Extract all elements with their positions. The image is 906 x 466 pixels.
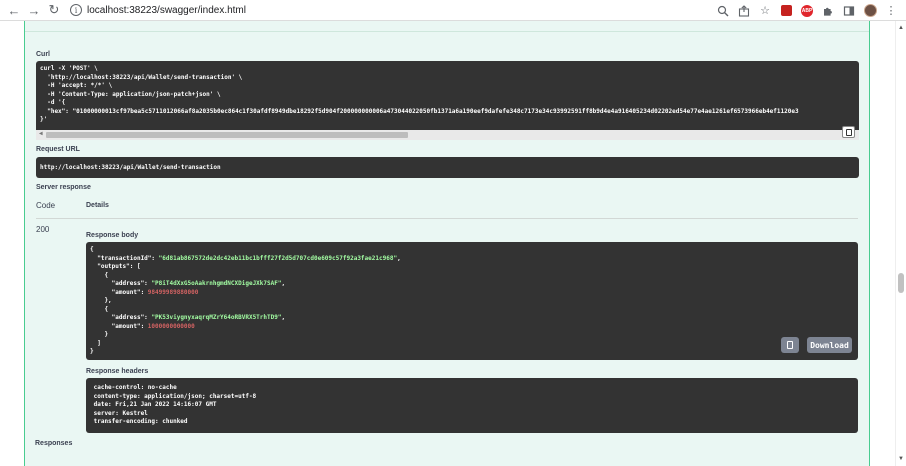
request-url-value: http://localhost:38223/api/Wallet/send-t… <box>40 164 221 171</box>
curl-horizontal-scrollbar[interactable]: ◀ <box>36 130 859 140</box>
curl-line: curl -X 'POST' \ <box>40 65 98 72</box>
adblock-icon[interactable]: ABP <box>800 4 814 18</box>
header-line: server: Kestrel <box>90 409 148 417</box>
star-icon[interactable]: ☆ <box>758 4 772 18</box>
header-line: transfer-encoding: chunked <box>90 418 188 425</box>
kebab-menu-icon[interactable]: ⋮ <box>884 4 898 18</box>
details-column-header: Details <box>86 202 109 209</box>
json-brace: } <box>90 331 109 338</box>
address-value: "P8iT4dXxG5oAakrnhgmdNCXDigeJXk7SAF" <box>151 280 282 287</box>
responses-title: Responses <box>35 440 73 447</box>
copy-icon <box>787 341 793 349</box>
copy-icon <box>845 128 852 136</box>
response-table-header: Code Details <box>36 201 858 219</box>
scrollbar-thumb[interactable] <box>46 132 408 138</box>
header-line: content-type: application/json; charset=… <box>90 392 257 400</box>
divider <box>25 31 869 32</box>
json-line: { <box>90 246 94 253</box>
json-brace: { <box>90 271 109 279</box>
copy-curl-button[interactable] <box>842 126 855 138</box>
json-key: "amount": <box>90 322 148 330</box>
response-headers-title: Response headers <box>86 368 149 375</box>
scrollbar-thumb[interactable] <box>898 273 904 293</box>
json-line: "address": "PK53viygnyxaqrqMZrY64oRBVRX5… <box>90 314 286 321</box>
curl-line: "hex": "01000000013cf97bea5c5711012066af… <box>40 107 799 115</box>
download-button[interactable]: Download <box>807 337 852 353</box>
header-line: cache-control: no-cache <box>90 384 177 391</box>
browser-toolbar: ← → ↻ i localhost:38223/swagger/index.ht… <box>0 0 906 21</box>
json-brace: { <box>90 305 109 313</box>
toolbar-right-icons: ☆ ABP ⋮ <box>716 0 898 21</box>
adblock-label: ABP <box>801 4 813 17</box>
json-punct: , <box>397 254 401 262</box>
scroll-down-icon[interactable]: ▼ <box>898 456 904 462</box>
response-status-code: 200 <box>36 225 50 234</box>
json-line: "transactionId": "6d81ab867572de2dc42eb1… <box>90 254 401 262</box>
response-headers-block: cache-control: no-cache content-type: ap… <box>86 378 858 433</box>
address-value: "PK53viygnyxaqrqMZrY64oRBVRX5TrhTD9" <box>151 314 282 321</box>
response-body-title: Response body <box>86 232 139 239</box>
curl-line: -H 'Content-Type: application/json-patch… <box>40 90 221 98</box>
json-line: }, <box>90 297 112 304</box>
curl-line: 'http://localhost:38223/api/Wallet/send-… <box>40 73 243 81</box>
json-line: } <box>90 331 108 338</box>
json-key: "address": <box>90 314 152 321</box>
page-vertical-scrollbar[interactable]: ▲ ▼ <box>895 21 906 466</box>
scroll-left-icon[interactable]: ◀ <box>39 130 43 137</box>
json-line: "amount": 98499989880000 <box>90 288 199 296</box>
json-key: "amount": <box>90 288 148 296</box>
response-body-block: { "transactionId": "6d81ab867572de2dc42e… <box>86 242 858 360</box>
zoom-icon[interactable] <box>716 4 730 18</box>
json-key: "outputs": [ <box>90 263 141 270</box>
code-column-header: Code <box>36 201 56 210</box>
json-line: "outputs": [ <box>90 263 141 270</box>
request-url-title: Request URL <box>36 146 80 153</box>
forward-icon[interactable]: → <box>24 0 44 20</box>
server-response-title: Server response <box>36 184 91 191</box>
json-brace: { <box>90 246 94 253</box>
extension-red-icon[interactable] <box>779 4 793 18</box>
json-line: ] <box>90 340 101 347</box>
copy-response-button[interactable] <box>781 337 799 353</box>
json-line: "amount": 1000000000000 <box>90 323 195 330</box>
address-bar[interactable]: i localhost:38223/swagger/index.html <box>70 1 246 20</box>
curl-title: Curl <box>36 51 50 58</box>
amount-value: 1000000000000 <box>147 322 195 330</box>
header-line: date: Fri,21 Jan 2022 14:16:07 GMT <box>90 401 217 408</box>
share-icon[interactable] <box>737 4 751 18</box>
json-brace: } <box>90 348 94 355</box>
json-key: "transactionId": <box>90 254 159 262</box>
curl-line: -H 'accept: */*' \ <box>40 82 113 89</box>
json-line: "address": "P8iT4dXxG5oAakrnhgmdNCXDigeJ… <box>90 280 286 287</box>
amount-value: 98499989880000 <box>147 288 199 296</box>
puzzle-icon[interactable] <box>821 4 835 18</box>
transaction-id-value: "6d81ab867572de2dc42eb11bc1bfff27f2d5d70… <box>158 254 398 262</box>
request-url-block: http://localhost:38223/api/Wallet/send-t… <box>36 157 859 178</box>
avatar[interactable] <box>863 4 877 18</box>
curl-line: }' <box>40 116 48 123</box>
address-url[interactable]: localhost:38223/swagger/index.html <box>87 5 246 16</box>
json-brace: }, <box>90 297 112 304</box>
scroll-up-icon[interactable]: ▲ <box>898 25 904 31</box>
back-icon[interactable]: ← <box>4 0 24 20</box>
json-line: } <box>90 348 94 355</box>
info-icon[interactable]: i <box>70 4 82 16</box>
json-key: "address": <box>90 280 152 287</box>
curl-code-block: curl -X 'POST' \ 'http://localhost:38223… <box>36 61 859 140</box>
curl-line: -d '{ <box>40 99 66 106</box>
reload-icon[interactable]: ↻ <box>44 0 64 20</box>
json-brace: ] <box>90 339 101 347</box>
sidebar-icon[interactable] <box>842 4 856 18</box>
json-line: { <box>90 272 108 279</box>
json-line: { <box>90 306 108 313</box>
